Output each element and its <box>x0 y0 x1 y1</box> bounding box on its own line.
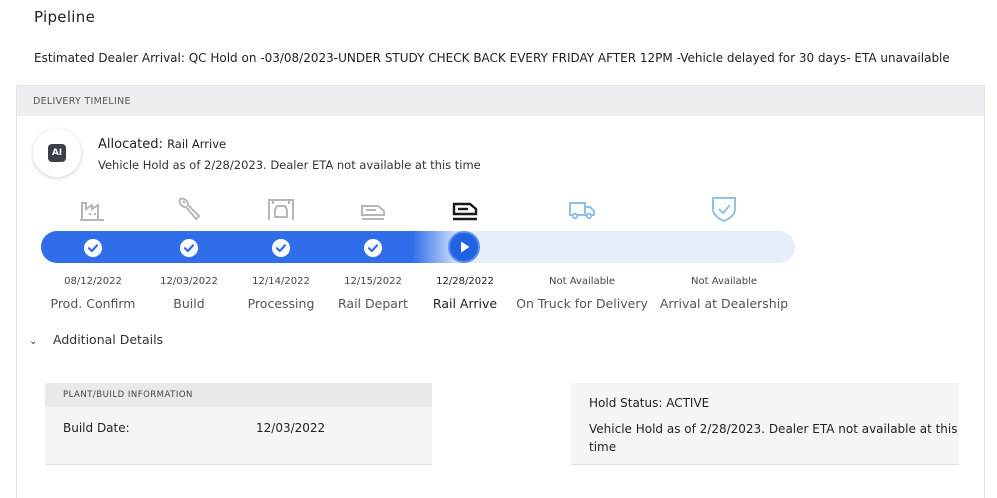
hold-status: Hold Status: ACTIVE <box>589 396 710 410</box>
check-icon <box>180 239 198 257</box>
check-icon <box>84 239 102 257</box>
wrench-icon <box>174 195 204 223</box>
rail-car-icon-current <box>450 195 480 223</box>
factory-icon <box>77 195 107 223</box>
build-date-label: Build Date: <box>63 421 130 435</box>
play-icon <box>448 231 480 263</box>
allocation-avatar: AI <box>33 129 81 177</box>
additional-details-label: Additional Details <box>53 332 164 347</box>
progress-fill <box>41 231 464 263</box>
delivery-timeline-card: DELIVERY TIMELINE AI Allocated: Rail Arr… <box>16 85 985 498</box>
hold-description: Vehicle Hold as of 2/28/2023. Dealer ETA… <box>589 422 958 454</box>
car-wash-icon <box>266 195 296 223</box>
step-date: Not Available <box>549 276 615 287</box>
allocation-value: Rail Arrive <box>167 137 227 151</box>
build-date-value: 12/03/2022 <box>256 421 326 435</box>
check-icon <box>272 239 290 257</box>
truck-icon <box>567 195 597 223</box>
step-label-on-truck: On Truck for Delivery <box>516 296 648 311</box>
page-title: Pipeline <box>34 8 96 26</box>
step-label-arrival-dealership: Arrival at Dealership <box>659 296 789 311</box>
progress-track <box>41 231 795 263</box>
allocation-title: Allocated: Rail Arrive <box>98 137 226 152</box>
hold-status-card: Hold Status: ACTIVE Vehicle Hold as of 2… <box>571 383 959 465</box>
rail-car-icon <box>358 195 388 223</box>
allocation-subtitle: Vehicle Hold as of 2/28/2023. Dealer ETA… <box>98 158 481 172</box>
allocation-label: Allocated: <box>98 137 163 152</box>
shield-check-icon <box>709 195 739 223</box>
timeline-header: DELIVERY TIMELINE <box>17 86 984 116</box>
allocation-avatar-text: AI <box>48 144 66 162</box>
eta-line: Estimated Dealer Arrival: QC Hold on -03… <box>34 51 950 65</box>
plant-build-card: PLANT/BUILD INFORMATION Build Date: 12/0… <box>45 383 432 465</box>
check-icon <box>364 239 382 257</box>
step-date: Not Available <box>691 276 757 287</box>
additional-details-toggle[interactable]: ⌄ Additional Details <box>29 332 163 347</box>
plant-build-header: PLANT/BUILD INFORMATION <box>45 383 432 407</box>
step-date-current: 12/28/2022 <box>436 276 494 287</box>
chevron-down-icon: ⌄ <box>29 336 38 347</box>
